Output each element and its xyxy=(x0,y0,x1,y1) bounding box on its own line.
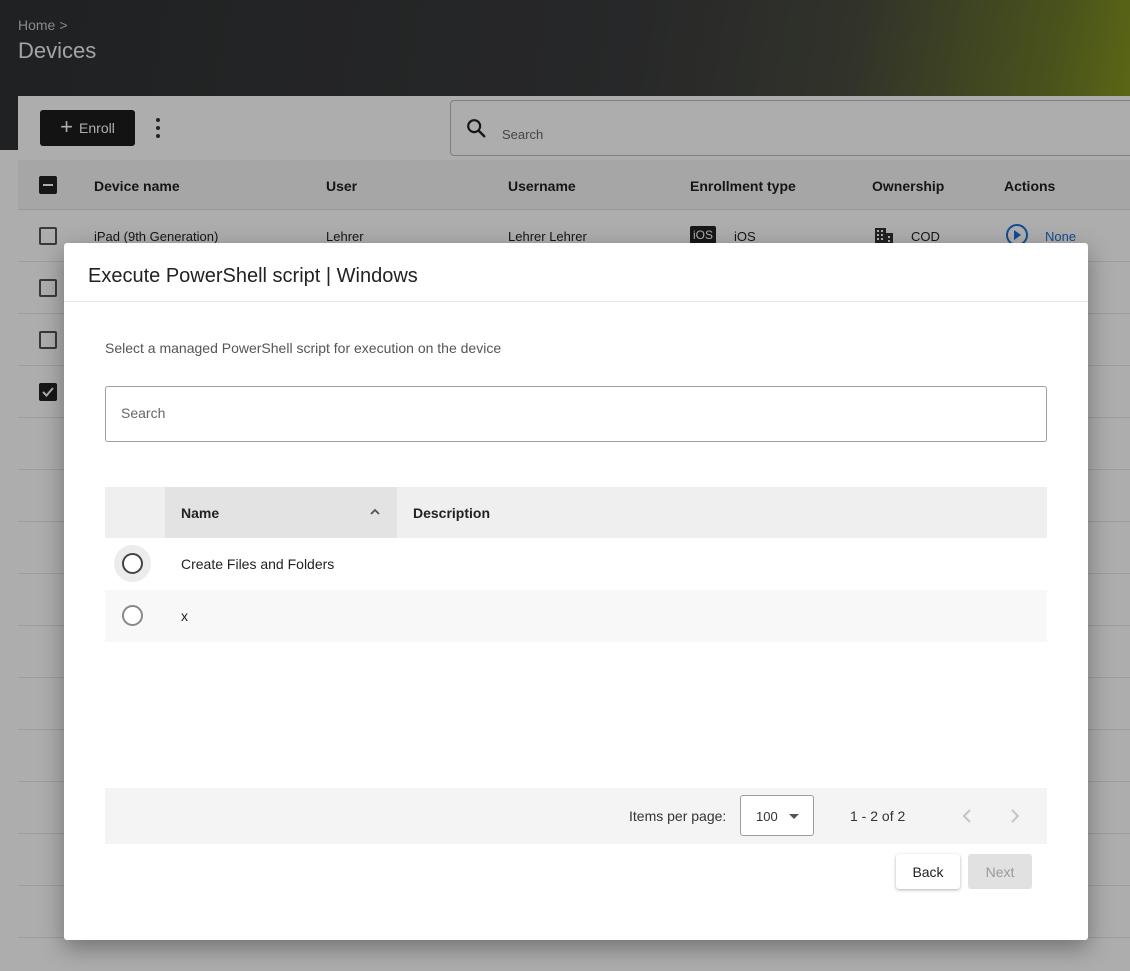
page-range-label: 1 - 2 of 2 xyxy=(850,808,906,824)
dialog-title: Execute PowerShell script | Windows xyxy=(88,265,418,287)
sort-ascending-icon[interactable] xyxy=(369,506,381,518)
dialog-description: Select a managed PowerShell script for e… xyxy=(105,340,502,356)
script-row[interactable]: x xyxy=(105,590,1047,642)
paginator: Items per page: 100 1 - 2 of 2 xyxy=(105,788,1047,844)
next-button[interactable]: Next xyxy=(968,854,1032,889)
previous-page-icon[interactable] xyxy=(961,808,973,824)
script-row[interactable]: Create Files and Folders xyxy=(105,538,1047,590)
dialog-divider xyxy=(64,301,1088,302)
column-description[interactable]: Description xyxy=(413,505,490,521)
script-name-cell: x xyxy=(181,608,188,624)
next-page-icon[interactable] xyxy=(1009,808,1021,824)
back-button[interactable]: Back xyxy=(896,854,960,889)
script-name-cell: Create Files and Folders xyxy=(181,556,335,572)
items-per-page-value: 100 xyxy=(756,809,778,824)
script-radio[interactable] xyxy=(122,553,143,574)
script-search-field[interactable] xyxy=(105,386,1047,442)
items-per-page-select[interactable]: 100 xyxy=(740,795,814,836)
execute-script-dialog: Execute PowerShell script | Windows Sele… xyxy=(64,243,1088,940)
column-name[interactable]: Name xyxy=(181,505,219,521)
items-per-page-label: Items per page: xyxy=(629,808,727,824)
script-search-input[interactable] xyxy=(121,405,1021,421)
scripts-table-header: Name Description xyxy=(105,487,1047,538)
dropdown-caret-icon xyxy=(789,814,799,819)
script-radio[interactable] xyxy=(122,605,143,626)
